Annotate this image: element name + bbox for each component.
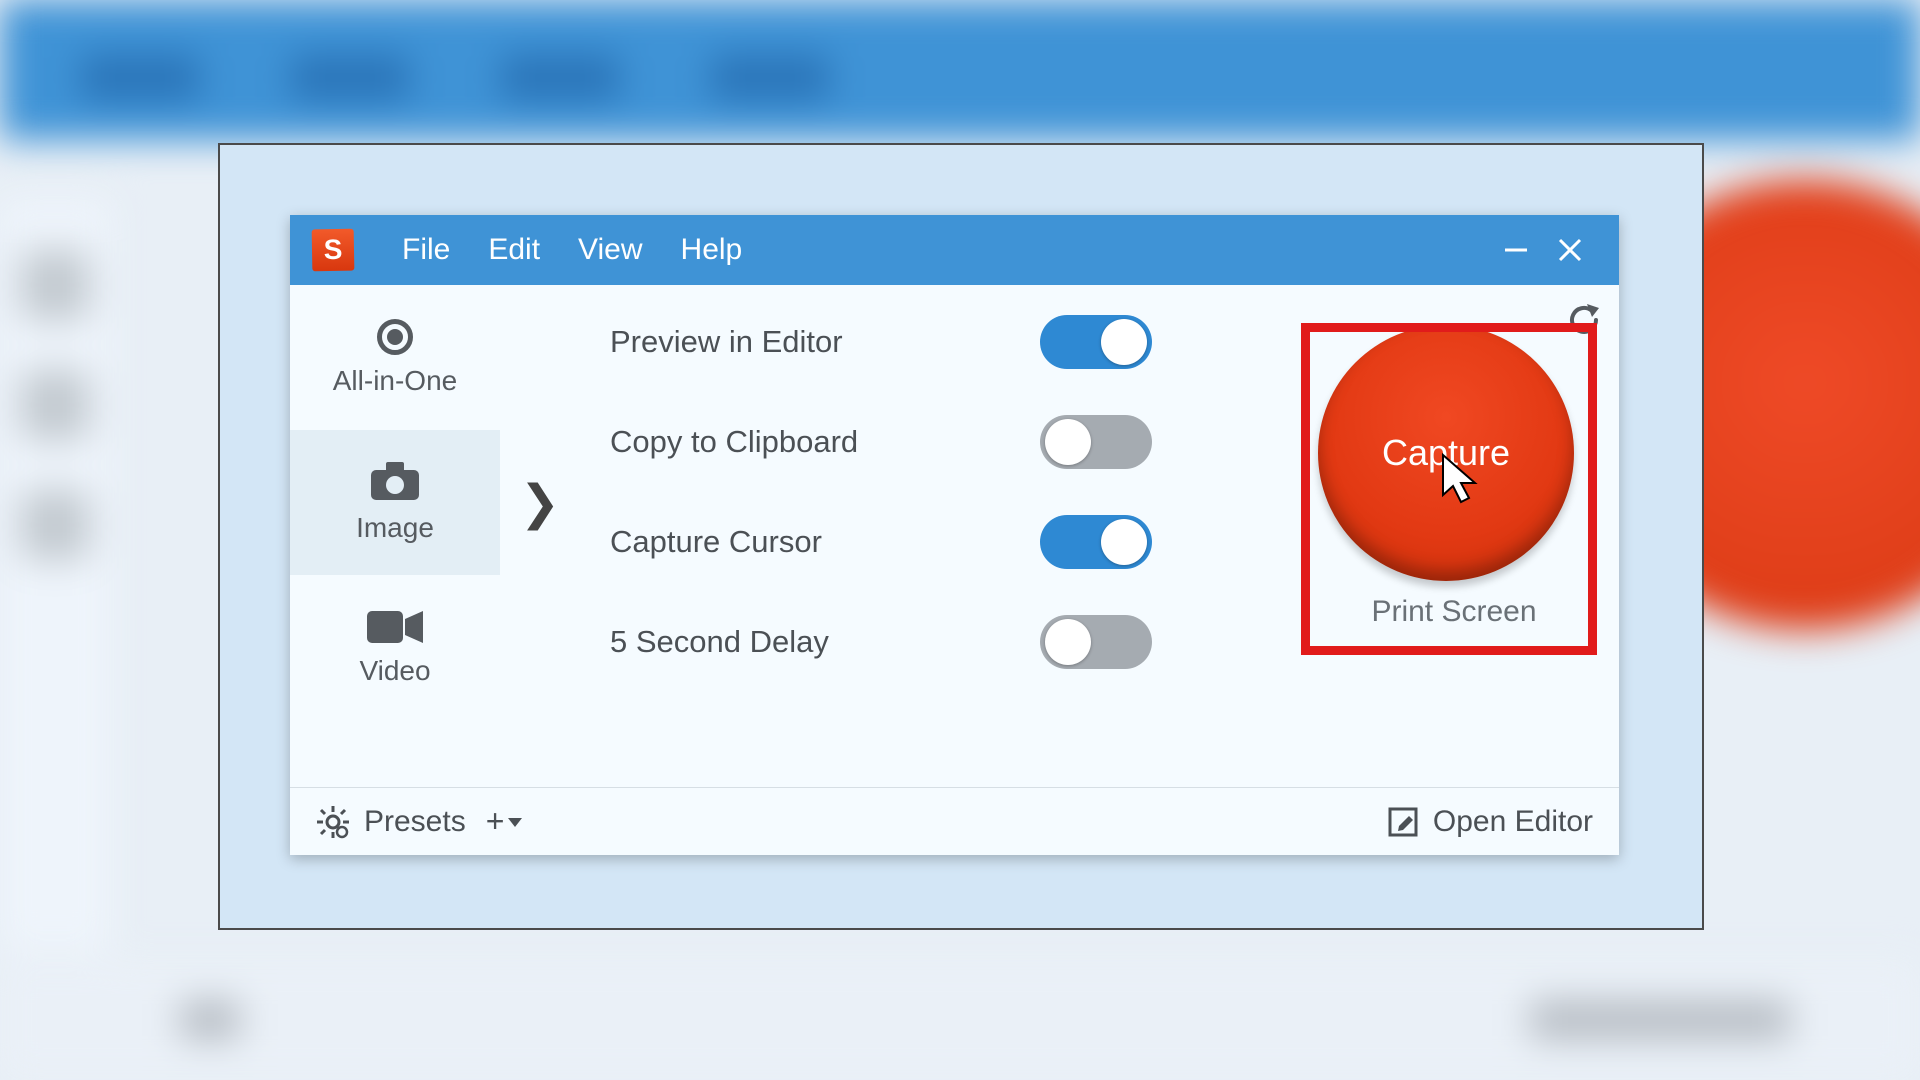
mode-image[interactable]: Image ❯ <box>290 430 500 575</box>
mode-label: All-in-One <box>333 365 457 397</box>
menu-edit[interactable]: Edit <box>488 233 540 267</box>
mode-all-in-one[interactable]: All-in-One <box>290 285 500 430</box>
mode-video[interactable]: Video <box>290 575 500 720</box>
open-editor-icon <box>1387 806 1419 838</box>
capture-pane: Capture Print Screen <box>1289 285 1619 787</box>
caret-down-icon <box>508 815 522 829</box>
toggle-capture-cursor[interactable] <box>1040 515 1152 569</box>
options-panel: Preview in Editor Copy to Clipboard Capt… <box>500 285 1289 787</box>
toggle-5-second-delay[interactable] <box>1040 615 1152 669</box>
option-label: 5 Second Delay <box>610 624 1040 660</box>
capture-button-label: Capture <box>1382 432 1510 474</box>
add-preset-button[interactable]: + <box>486 803 523 840</box>
toggle-copy-to-clipboard[interactable] <box>1040 415 1152 469</box>
mode-label: Image <box>356 512 434 544</box>
toggle-preview-in-editor[interactable] <box>1040 315 1152 369</box>
presets-label[interactable]: Presets <box>364 805 466 839</box>
plus-icon: + <box>486 803 505 840</box>
option-row: Capture Cursor <box>610 510 1289 574</box>
camera-icon <box>369 462 421 502</box>
capture-button[interactable]: Capture <box>1318 325 1574 581</box>
menu-file[interactable]: File <box>402 233 450 267</box>
undo-icon <box>1563 299 1605 341</box>
mode-label: Video <box>359 655 430 687</box>
open-editor-button[interactable]: Open Editor <box>1387 805 1593 839</box>
video-icon <box>367 609 423 645</box>
menu-view[interactable]: View <box>578 233 642 267</box>
option-row: 5 Second Delay <box>610 610 1289 674</box>
close-icon <box>1555 235 1585 265</box>
menu-help[interactable]: Help <box>681 233 743 267</box>
option-row: Copy to Clipboard <box>610 410 1289 474</box>
capture-hotkey-label: Print Screen <box>1289 595 1619 629</box>
option-label: Preview in Editor <box>610 324 1040 360</box>
all-in-one-icon <box>377 319 413 355</box>
screenshot-frame: S File Edit View Help All-i <box>218 143 1704 930</box>
option-label: Capture Cursor <box>610 524 1040 560</box>
settings-gear-icon[interactable] <box>316 805 350 839</box>
open-editor-label: Open Editor <box>1433 805 1593 839</box>
footer-bar: Presets + Open Editor <box>290 787 1619 855</box>
option-row: Preview in Editor <box>610 310 1289 374</box>
title-bar: S File Edit View Help <box>290 215 1619 285</box>
capture-mode-sidebar: All-in-One Image ❯ Video <box>290 285 500 787</box>
menu-bar: File Edit View Help <box>402 233 742 267</box>
main-area: All-in-One Image ❯ Video <box>290 285 1619 787</box>
app-window: S File Edit View Help All-i <box>290 215 1619 855</box>
window-close-button[interactable] <box>1543 223 1597 277</box>
window-minimize-button[interactable] <box>1489 223 1543 277</box>
option-label: Copy to Clipboard <box>610 424 1040 460</box>
reset-button[interactable] <box>1563 299 1605 346</box>
app-logo-icon: S <box>312 229 355 272</box>
minimize-icon <box>1501 235 1531 265</box>
